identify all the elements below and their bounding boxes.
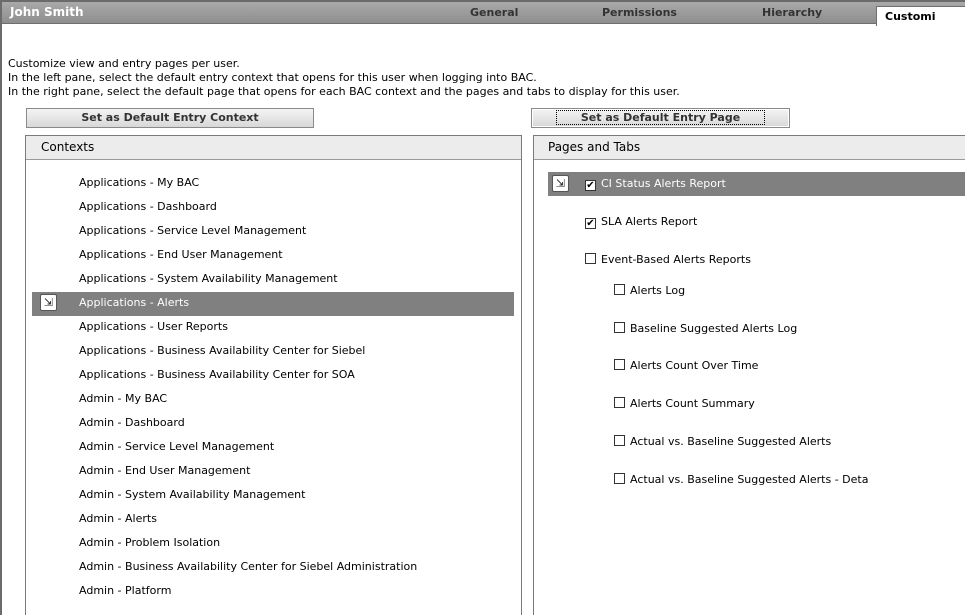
tab-general[interactable]: General xyxy=(470,6,518,19)
checkbox-unchecked-icon[interactable] xyxy=(614,435,625,446)
instructions: Customize view and entry pages per user.… xyxy=(8,57,680,99)
pages-pane: Pages and Tabs ⇲ ✔ CI Status Alerts Report… xyxy=(533,135,965,615)
tab-permissions[interactable]: Permissions xyxy=(602,6,677,19)
page-tree-item-label: Actual vs. Baseline Suggested Alerts xyxy=(630,435,832,448)
instruction-line: In the left pane, select the default ent… xyxy=(8,71,537,84)
context-item-label: Admin - Service Level Management xyxy=(79,440,275,453)
context-item[interactable]: Admin - Business Availability Center for… xyxy=(26,556,514,580)
context-item-label: Applications - Dashboard xyxy=(79,200,217,213)
context-item-label: Applications - Business Availability Cen… xyxy=(79,368,355,381)
instruction-line: Customize view and entry pages per user. xyxy=(8,57,240,70)
context-item[interactable]: Applications - Dashboard xyxy=(26,196,514,220)
page-tree-item[interactable]: Alerts Log xyxy=(614,279,685,303)
page-tree-item[interactable]: Event-Based Alerts Reports xyxy=(585,248,751,272)
context-item[interactable]: Admin - My BAC xyxy=(26,388,514,412)
context-item-label: Admin - Alerts xyxy=(79,512,157,525)
page-tree-item[interactable]: Baseline Suggested Alerts Log xyxy=(614,317,797,341)
contexts-pane: Contexts Applications - My BAC Applicatio… xyxy=(25,135,522,615)
page-tree-item[interactable]: Alerts Count Summary xyxy=(614,392,755,416)
context-item[interactable]: Applications - Business Availability Cen… xyxy=(26,364,514,388)
context-item[interactable]: Applications - My BAC xyxy=(26,172,514,196)
context-item[interactable]: Applications - System Availability Manag… xyxy=(26,268,514,292)
checkbox-unchecked-icon[interactable] xyxy=(614,359,625,370)
context-item-label: Admin - Business Availability Center for… xyxy=(79,560,418,573)
context-item[interactable]: Admin - System Availability Management xyxy=(26,484,514,508)
tab-customization[interactable]: Customi xyxy=(876,6,965,26)
instruction-line: In the right pane, select the default pa… xyxy=(8,85,680,98)
page-tree-item-label: CI Status Alerts Report xyxy=(601,177,726,190)
user-name: John Smith xyxy=(10,5,84,19)
checkbox-unchecked-icon[interactable] xyxy=(614,397,625,408)
checkbox-unchecked-icon[interactable] xyxy=(585,253,596,264)
page-tree-item-label: SLA Alerts Report xyxy=(601,215,698,228)
context-item-label: Admin - My BAC xyxy=(79,392,168,405)
user-header-bar: John Smith General Permissions Hierarchy… xyxy=(2,2,965,26)
context-item-label: Applications - Service Level Management xyxy=(79,224,307,237)
context-item[interactable]: Applications - User Reports xyxy=(26,316,514,340)
checkbox-checked-icon[interactable]: ✔ xyxy=(585,180,596,191)
context-item-label: Admin - Platform xyxy=(79,584,172,597)
context-item[interactable]: Admin - Problem Isolation xyxy=(26,532,514,556)
tab-hierarchy[interactable]: Hierarchy xyxy=(762,6,822,19)
context-item-label: Applications - My BAC xyxy=(79,176,200,189)
page-tree-item-label: Alerts Count Summary xyxy=(630,397,755,410)
contexts-pane-header: Contexts xyxy=(26,136,521,160)
context-item-label: Applications - User Reports xyxy=(79,320,228,333)
context-item-label: Admin - End User Management xyxy=(79,464,251,477)
context-item[interactable]: Admin - Alerts xyxy=(26,508,514,532)
context-item-label: Admin - System Availability Management xyxy=(79,488,306,501)
context-item-label: Applications - System Availability Manag… xyxy=(79,272,338,285)
page-tree-item-label: Alerts Count Over Time xyxy=(630,359,759,372)
context-item-label: Applications - Business Availability Cen… xyxy=(79,344,366,357)
default-entry-icon: ⇲ xyxy=(552,175,569,192)
contexts-list: Applications - My BAC Applications - Dash… xyxy=(26,172,514,604)
checkbox-unchecked-icon[interactable] xyxy=(614,473,625,484)
context-item[interactable]: Admin - Dashboard xyxy=(26,412,514,436)
checkbox-checked-icon[interactable]: ✔ xyxy=(585,218,596,229)
set-default-entry-page-button[interactable]: Set as Default Entry Page xyxy=(531,108,790,128)
context-item-label: Admin - Problem Isolation xyxy=(79,536,221,549)
context-item-label: Applications - Alerts xyxy=(79,296,190,309)
context-item[interactable]: Applications - End User Management xyxy=(26,244,514,268)
context-item[interactable]: Admin - Platform xyxy=(26,580,514,604)
context-item[interactable]: ⇲ Applications - Alerts xyxy=(32,292,514,316)
context-item-label: Applications - End User Management xyxy=(79,248,283,261)
context-item[interactable]: Applications - Business Availability Cen… xyxy=(26,340,514,364)
page-tree-item-label: Actual vs. Baseline Suggested Alerts - D… xyxy=(630,473,869,486)
context-item[interactable]: Admin - End User Management xyxy=(26,460,514,484)
page-tree-item[interactable]: ✔ SLA Alerts Report xyxy=(585,210,697,234)
page-tree-item-label: Event-Based Alerts Reports xyxy=(601,253,751,266)
context-item[interactable]: Applications - Service Level Management xyxy=(26,220,514,244)
context-item[interactable]: Admin - Service Level Management xyxy=(26,436,514,460)
set-default-entry-page-label: Set as Default Entry Page xyxy=(555,110,766,125)
page-tree-item[interactable]: Actual vs. Baseline Suggested Alerts - D… xyxy=(614,468,868,492)
checkbox-unchecked-icon[interactable] xyxy=(614,322,625,333)
page-tree-item[interactable]: Alerts Count Over Time xyxy=(614,354,758,378)
default-entry-icon: ⇲ xyxy=(40,294,57,311)
context-item-label: Admin - Dashboard xyxy=(79,416,185,429)
set-default-entry-context-button[interactable]: Set as Default Entry Context xyxy=(26,108,314,128)
page-tree-item-label: Baseline Suggested Alerts Log xyxy=(630,322,798,335)
page-tree-item-label: Alerts Log xyxy=(630,284,686,297)
page-tree-item[interactable]: ⇲ ✔ CI Status Alerts Report xyxy=(548,172,965,196)
pages-pane-header: Pages and Tabs xyxy=(534,136,965,160)
page-tree-item[interactable]: Actual vs. Baseline Suggested Alerts xyxy=(614,430,831,454)
checkbox-unchecked-icon[interactable] xyxy=(614,284,625,295)
